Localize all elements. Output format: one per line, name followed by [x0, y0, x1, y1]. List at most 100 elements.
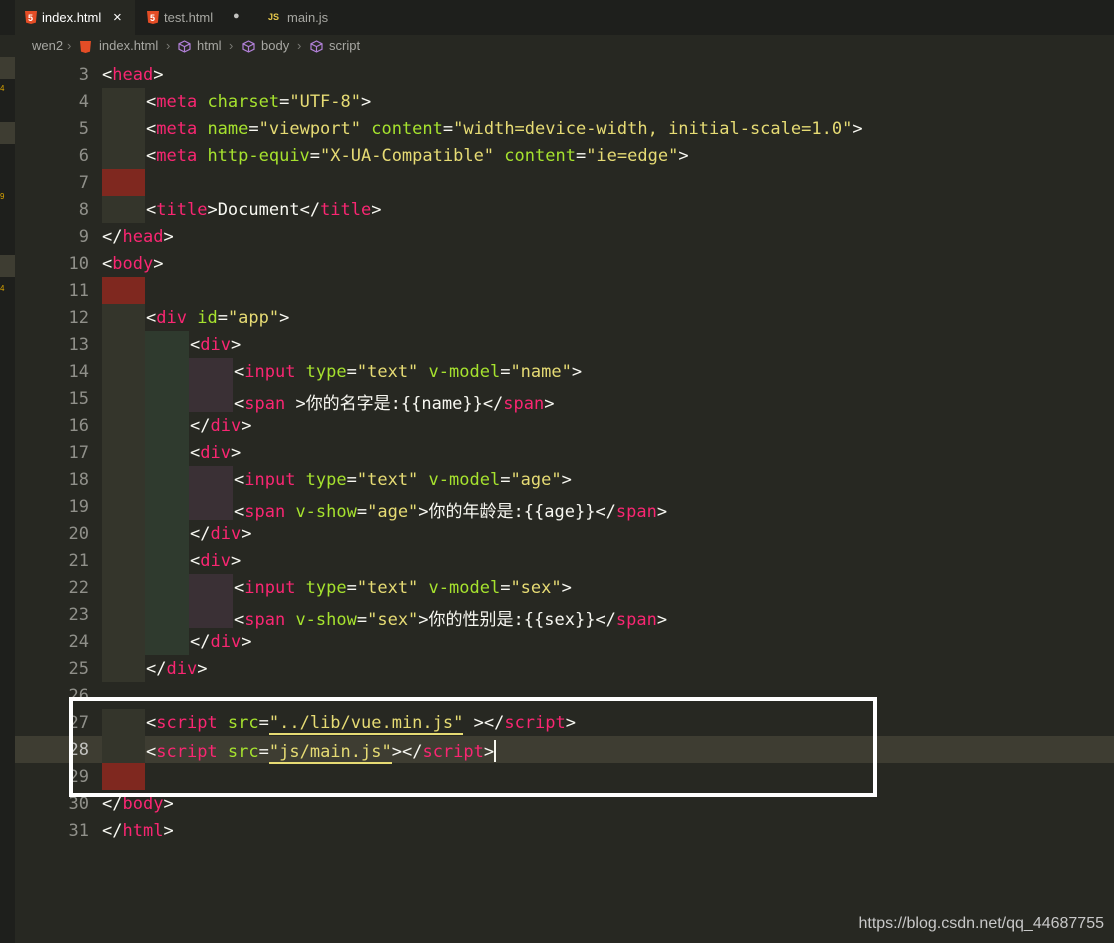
indent-guide — [189, 385, 233, 412]
cube-icon — [242, 40, 255, 56]
indent-guide — [145, 385, 189, 412]
line-number: 10 — [68, 254, 89, 274]
code-line[interactable]: 24 </div> — [15, 628, 1114, 655]
code-line[interactable]: 21 <div> — [15, 547, 1114, 574]
code-line[interactable]: 7 — [15, 169, 1114, 196]
code-line[interactable]: 8 <title>Document</title> — [15, 196, 1114, 223]
line-number: 8 — [78, 200, 89, 220]
svg-text:5: 5 — [28, 13, 33, 23]
indent-guide — [102, 412, 145, 439]
indent-guide — [102, 547, 145, 574]
breadcrumb-script[interactable]: script — [329, 38, 360, 53]
code-line[interactable]: 20 </div> — [15, 520, 1114, 547]
cube-icon — [310, 40, 323, 56]
indent-guide — [102, 358, 145, 385]
html5-icon — [80, 41, 91, 56]
indent-guide — [145, 547, 189, 574]
tab-label: index.html — [42, 10, 102, 25]
activity-marker[interactable] — [0, 122, 15, 144]
code-line[interactable]: 15 <span >你的名字是:{{name}}</span> — [15, 385, 1114, 414]
code-line[interactable]: 14 <input type="text" v-model="name"> — [15, 358, 1114, 385]
line-number: 12 — [68, 308, 89, 328]
code-line[interactable]: 22 <input type="text" v-model="sex"> — [15, 574, 1114, 601]
code-line[interactable]: 5 <meta name="viewport" content="width=d… — [15, 115, 1114, 142]
line-number: 17 — [68, 443, 89, 463]
code-line[interactable]: 25 </div> — [15, 655, 1114, 682]
code-line[interactable]: 17 <div> — [15, 439, 1114, 466]
indent-guide — [189, 358, 233, 385]
breadcrumb-folder[interactable]: wen2 — [32, 38, 63, 53]
indent-guide — [189, 601, 233, 628]
code-text: <div id="app"> — [146, 308, 290, 328]
code-line[interactable]: 19 <span v-show="age">你的年龄是:{{age}}</spa… — [15, 493, 1114, 522]
indent-guide — [145, 574, 189, 601]
tab-label: test.html — [164, 10, 214, 25]
js-icon: JS — [268, 12, 280, 22]
change-marker: 9 — [0, 192, 5, 201]
indent-guide — [102, 88, 145, 115]
breadcrumb-body[interactable]: body — [261, 38, 289, 53]
code-line[interactable]: 16 </div> — [15, 412, 1114, 439]
line-number: 21 — [68, 551, 89, 571]
indent-guide — [145, 628, 189, 655]
line-number: 20 — [68, 524, 89, 544]
code-line[interactable]: 10 <body> — [15, 250, 1114, 277]
indent-guide — [102, 115, 145, 142]
tab-test-html[interactable]: 5 test.html ● — [137, 0, 255, 35]
line-number: 24 — [68, 632, 89, 652]
watermark: https://blog.csdn.net/qq_44687755 — [858, 915, 1104, 932]
code-line[interactable]: 9 </head> — [15, 223, 1114, 250]
indent-guide — [189, 493, 233, 520]
svg-text:5: 5 — [150, 13, 155, 23]
line-number: 3 — [78, 65, 89, 85]
code-line[interactable]: 3 <head> — [15, 61, 1114, 88]
code-line[interactable]: 13 <div> — [15, 331, 1114, 358]
trailing-whitespace-marker — [102, 169, 145, 196]
activity-marker[interactable] — [0, 57, 15, 79]
indent-guide — [102, 574, 145, 601]
activity-marker[interactable] — [0, 255, 15, 277]
indent-guide — [102, 385, 145, 412]
indent-guide — [102, 520, 145, 547]
change-marker: 4 — [0, 84, 5, 93]
indent-guide — [102, 493, 145, 520]
code-text: <body> — [102, 254, 164, 274]
breadcrumb-file[interactable]: index.html — [99, 38, 158, 53]
line-number: 7 — [78, 173, 89, 193]
activity-strip: 4 9 4 — [0, 57, 15, 943]
breadcrumb-html[interactable]: html — [197, 38, 222, 53]
code-line[interactable]: 18 <input type="text" v-model="age"> — [15, 466, 1114, 493]
indent-guide — [102, 655, 145, 682]
code-text: <input type="text" v-model="sex"> — [234, 578, 572, 598]
breadcrumb-separator: › — [297, 38, 302, 53]
line-number: 14 — [68, 362, 89, 382]
line-number: 19 — [68, 497, 89, 517]
line-number: 30 — [68, 794, 89, 814]
code-text: <span >你的名字是:{{name}}</span> — [234, 394, 555, 414]
unsaved-dot-icon[interactable]: ● — [233, 10, 240, 22]
trailing-whitespace-marker — [102, 277, 145, 304]
line-number: 18 — [68, 470, 89, 490]
tab-main-js[interactable]: JS main.js — [257, 0, 375, 35]
code-text: <div> — [190, 443, 242, 463]
code-text: </div> — [146, 659, 208, 679]
indent-guide — [102, 142, 145, 169]
code-line[interactable]: 31 </html> — [15, 817, 1114, 844]
code-line[interactable]: 11 — [15, 277, 1114, 304]
indent-guide — [102, 628, 145, 655]
tab-label: main.js — [287, 10, 329, 25]
close-icon[interactable]: × — [113, 9, 122, 26]
line-number: 4 — [78, 92, 89, 112]
indent-guide — [102, 196, 145, 223]
code-line[interactable]: 23 <span v-show="sex">你的性别是:{{sex}}</spa… — [15, 601, 1114, 630]
line-number: 23 — [68, 605, 89, 625]
code-text: <meta charset="UTF-8"> — [146, 92, 372, 112]
code-line[interactable]: 6 <meta http-equiv="X-UA-Compatible" con… — [15, 142, 1114, 169]
tab-index-html[interactable]: 5 index.html × — [15, 0, 135, 35]
indent-guide — [145, 601, 189, 628]
line-number: 22 — [68, 578, 89, 598]
code-line[interactable]: 12 <div id="app"> — [15, 304, 1114, 331]
code-line[interactable]: 4 <meta charset="UTF-8"> — [15, 88, 1114, 115]
indent-guide — [189, 574, 233, 601]
line-number: 6 — [78, 146, 89, 166]
